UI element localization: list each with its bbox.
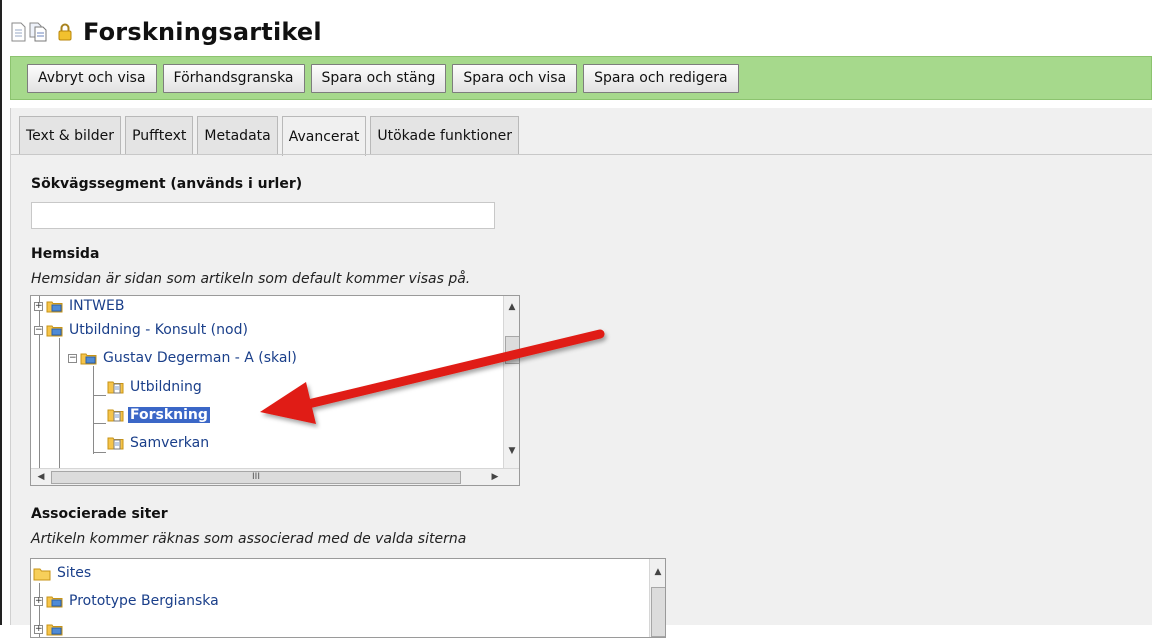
tree-item-utbildning[interactable]: Utbildning [107,376,204,398]
scroll-thumb[interactable]: III [51,471,461,484]
annotation-arrow-icon [260,329,605,424]
preview-button[interactable]: Förhandsgranska [162,63,305,93]
tab-extended-functions[interactable]: Utökade funktioner [370,116,520,154]
site-folder-icon [46,301,63,313]
lock-icon [58,22,75,42]
save-and-view-button[interactable]: Spara och visa [452,63,578,93]
site-folder-icon [46,325,63,337]
homepage-label: Hemsida [31,246,100,262]
tab-bar: Text & bilder Pufftext Metadata Avancera… [19,116,520,156]
scroll-right-arrow[interactable]: ▶ [487,472,503,482]
associated-sites-tree: Sites + Prototype Bergianska + ▲ [30,558,666,638]
page-title: Forskningsartikel [83,18,322,46]
scroll-down-arrow[interactable]: ▼ [504,446,519,456]
cancel-and-view-button[interactable]: Avbryt och visa [27,63,157,93]
page-header: Forskningsartikel [10,16,322,48]
collapse-icon[interactable]: − [34,325,43,335]
folder-icon [33,568,51,580]
tree-item-samverkan[interactable]: Samverkan [107,432,211,454]
scroll-thumb[interactable] [651,587,665,637]
associated-sites-label: Associerade siter [31,506,168,522]
save-and-edit-button[interactable]: Spara och redigera [583,63,739,93]
tab-pufftext[interactable]: Pufftext [125,116,194,154]
scroll-left-arrow[interactable]: ◀ [33,472,49,482]
scroll-up-arrow[interactable]: ▲ [504,302,519,312]
save-and-close-button[interactable]: Spara och stäng [310,63,447,93]
tree-item-sites[interactable]: Sites [33,563,93,583]
tab-text-images[interactable]: Text & bilder [19,116,122,154]
associated-sites-vscrollbar[interactable]: ▲ [649,559,665,637]
tab-divider [11,154,1152,155]
site-folder-icon [80,353,97,365]
associated-sites-help-text: Artikeln kommer räknas som associerad me… [31,531,467,547]
scroll-up-arrow[interactable]: ▲ [650,567,665,577]
page-folder-icon [107,437,124,450]
expand-icon[interactable]: + [34,596,43,606]
document-icon[interactable] [10,22,27,42]
tree-item-prototype-bergianska[interactable]: + Prototype Bergianska [34,591,221,611]
path-segment-label: Sökvägssegment (används i urler) [31,176,303,192]
tree-item-utbildning-konsult[interactable]: − Utbildning - Konsult (nod) [34,319,250,341]
action-toolbar: Avbryt och visa Förhandsgranska Spara oc… [10,56,1152,100]
homepage-tree-hscrollbar[interactable]: ◀ III ▶ [31,468,519,485]
expand-icon[interactable]: + [34,624,43,634]
page-folder-icon [107,409,124,422]
homepage-help-text: Hemsidan är sidan som artikeln som defau… [31,271,471,287]
path-segment-input[interactable] [31,202,495,229]
expand-icon[interactable]: + [34,301,43,311]
tree-item-forskning[interactable]: Forskning [107,404,210,426]
site-folder-icon [46,596,63,608]
page-folder-icon [107,381,124,394]
tree-item-intweb[interactable]: + INTWEB [34,298,126,314]
tab-advanced[interactable]: Avancerat [281,116,367,156]
site-folder-icon [46,624,63,636]
tab-metadata[interactable]: Metadata [197,116,278,154]
tree-item-partial[interactable]: + [34,619,67,637]
collapse-icon[interactable]: − [68,353,77,363]
document-copy-icon[interactable] [29,22,47,42]
